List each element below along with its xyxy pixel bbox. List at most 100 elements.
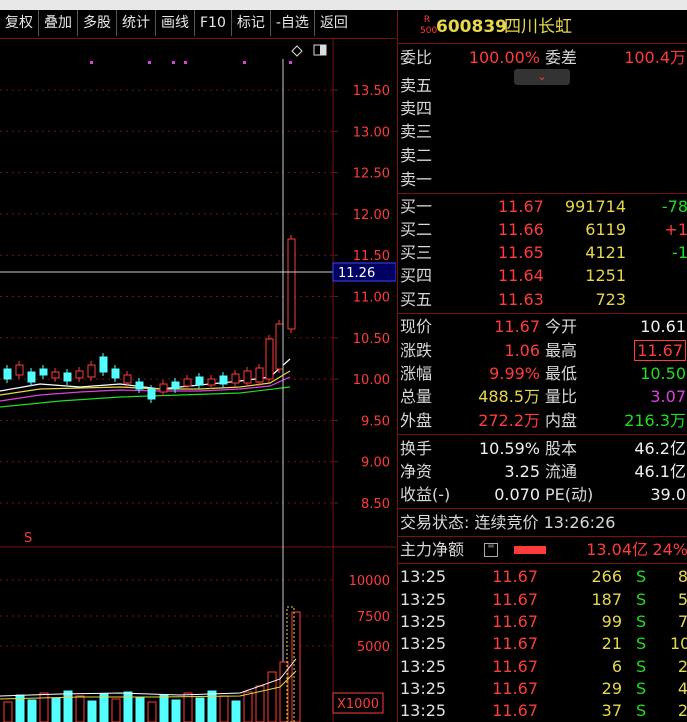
inner-volume-value: 216.3万 [624, 411, 686, 430]
sell-level-2[interactable]: 卖二 [398, 144, 687, 167]
fund-row: 收益(-) 0.070 PE(动) 39.0 [398, 483, 687, 506]
current-price-value: 11.67 [494, 317, 540, 336]
toolbar-f10-button[interactable]: F10 [195, 10, 232, 36]
buy-level-1[interactable]: 买一 11.67 991714 -78 [398, 195, 687, 218]
diamond-icon[interactable] [291, 45, 303, 57]
kline-chart-area[interactable]: 13.50 13.00 12.50 12.00 11.50 11.00 10.50 10.00… [0, 39, 396, 722]
toolbar-huaxian-button[interactable]: 画线 [156, 10, 195, 36]
stock-code: 600839 [436, 17, 507, 37]
volume-tick-label: 5000 [357, 640, 390, 655]
trade-status: 交易状态: 连续竞价 13:26:26 [398, 511, 687, 534]
event-marker [148, 61, 151, 64]
sell-level-5[interactable]: 卖五 [398, 74, 687, 97]
candle-body [87, 364, 96, 378]
volume-bar [195, 697, 205, 722]
quote-label: 内盘 [545, 411, 578, 430]
tick-count: 2 [677, 657, 687, 676]
candle-body [171, 381, 180, 390]
price-tick-label: 9.50 [361, 414, 390, 429]
candle-body [63, 372, 72, 382]
weibi-label: 委比 [400, 48, 433, 67]
toolbar-diejia-button[interactable]: 叠加 [39, 10, 78, 36]
candle-body [111, 368, 120, 379]
tick-row: 13:25 11.67 99 S 7 [398, 610, 687, 633]
buy-level-3[interactable]: 买三 11.65 4121 -1 [398, 241, 687, 264]
tick-time: 13:25 [400, 634, 447, 653]
buy-label: 买三 [400, 243, 433, 262]
total-volume-value: 488.5万 [478, 387, 540, 406]
menu-icon[interactable]: ≡ [484, 542, 498, 557]
separator [398, 193, 687, 194]
tick-side: S [636, 634, 647, 653]
buy-price: 11.63 [498, 290, 544, 309]
buy-label: 买四 [400, 266, 433, 285]
tick-side: S [636, 657, 647, 676]
buy-level-4[interactable]: 买四 11.64 1251 [398, 264, 687, 287]
separator [398, 508, 687, 509]
index-badge: R 500 [420, 15, 438, 37]
volume-bar [3, 701, 13, 722]
tick-side: S [636, 590, 647, 609]
float-shares-value: 46.1亿 [634, 462, 686, 481]
tick-price: 11.67 [492, 679, 538, 698]
candle-body [51, 371, 60, 379]
sell-level-3[interactable]: 卖三 [398, 120, 687, 143]
fund-label: PE(动) [545, 485, 594, 504]
volume-bar [171, 699, 181, 722]
price-tick-label: 10.00 [353, 373, 390, 388]
net-asset-value: 3.25 [504, 462, 540, 481]
tick-side: S [636, 567, 647, 586]
candle-body [3, 368, 12, 380]
buy-price: 11.65 [498, 243, 544, 262]
weibi-value: 100.00% [468, 48, 540, 67]
crosshair-price-label: 11.26 [338, 266, 375, 281]
quote-row: 现价 11.67 今开 10.61 [398, 315, 687, 338]
window-titlebar-strip [0, 0, 687, 10]
candle-body [147, 388, 156, 400]
toolbar-duogu-button[interactable]: 多股 [78, 10, 117, 36]
candle-body [195, 376, 204, 386]
toolbar-fanhui-button[interactable]: 返回 [315, 10, 353, 36]
badge-bottom: 500 [420, 26, 438, 36]
quote-label: 最高 [545, 341, 578, 360]
tick-volume: 6 [611, 657, 622, 676]
volume-bar [51, 697, 61, 722]
tick-price: 11.67 [492, 634, 538, 653]
quote-row: 涨跌 1.06 最高 11.67 [398, 339, 687, 362]
candle-body [255, 367, 264, 383]
quote-row: 涨幅 9.99% 最低 10.50 [398, 362, 687, 385]
volume-bar [243, 691, 253, 722]
volume-tick-label: 10000 [349, 574, 390, 589]
sell-label: 卖五 [400, 76, 433, 95]
main-net-flow-bar [514, 546, 546, 554]
fund-label: 换手 [400, 439, 433, 458]
tick-side: S [636, 701, 647, 720]
weicha-value: 100.4万 [624, 48, 686, 67]
candle-body [231, 373, 240, 384]
sell-level-1[interactable]: 卖一 [398, 168, 687, 191]
volume-bar [219, 695, 229, 722]
toolbar-zixuan-button[interactable]: -自选 [271, 10, 315, 36]
candle-body [99, 356, 108, 373]
candle-body [207, 378, 216, 386]
tick-volume: 266 [591, 567, 622, 586]
candle-body [27, 371, 36, 383]
kline-chart[interactable]: 13.50 13.00 12.50 12.00 11.50 11.00 10.50 10.00… [0, 39, 396, 722]
tick-time: 13:25 [400, 590, 447, 609]
main-net-flow: 主力净额 ≡ 13.04亿 24% [398, 538, 687, 561]
toolbar-tongji-button[interactable]: 统计 [117, 10, 156, 36]
fund-label: 净资 [400, 462, 433, 481]
buy-level-2[interactable]: 买二 11.66 6119 +1 [398, 218, 687, 241]
quote-label: 现价 [400, 317, 433, 336]
candle-body [159, 383, 168, 393]
toolbar-biaoji-button[interactable]: 标记 [232, 10, 271, 36]
candle-body [15, 364, 24, 376]
candle-body [275, 323, 284, 370]
buy-level-5[interactable]: 买五 11.63 723 [398, 288, 687, 311]
toolbar-fuquan-button[interactable]: 复权 [0, 10, 39, 36]
event-marker [243, 61, 246, 64]
tick-volume: 99 [601, 612, 622, 631]
stock-header: R 500 600839 四川长虹 [398, 12, 687, 42]
window-icon-fill [320, 45, 326, 55]
sell-level-4[interactable]: 卖四 [398, 97, 687, 120]
